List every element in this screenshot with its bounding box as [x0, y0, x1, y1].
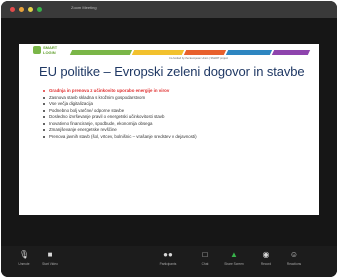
logo-text: SMART LOGIN [43, 45, 58, 55]
title-bar: Zoom Meeting [1, 1, 337, 18]
status-indicator [37, 7, 42, 12]
window-title: Zoom Meeting [71, 5, 97, 10]
meeting-toolbar: 🎙︎ Unmute ■ Start Video ●● Participants … [1, 246, 337, 277]
close-window-button[interactable] [10, 7, 15, 12]
logo-icon [33, 46, 41, 54]
share-screen-button[interactable]: ▲ Share Screen [219, 250, 249, 266]
minimize-window-button[interactable] [19, 7, 24, 12]
smart-logo: SMART LOGIN [33, 44, 67, 58]
window-controls [10, 7, 42, 12]
presentation-slide: SMART LOGIN Co-funded by the European Un… [19, 44, 319, 215]
share-screen-icon: ▲ [230, 250, 238, 259]
slide-title: EU politike – Evropski zeleni dogovor in… [39, 64, 305, 79]
share-screen-label: Share Screen [224, 262, 244, 266]
record-button[interactable]: ◉ Record [251, 250, 281, 266]
chat-button[interactable]: □ Chat [190, 250, 220, 266]
reactions-button[interactable]: ☺ Reactions [279, 250, 309, 266]
chat-icon: □ [202, 250, 208, 259]
chat-label: Chat [201, 262, 209, 266]
slide-tagline: Co-funded by the European Union | SMART … [169, 57, 228, 60]
start-video-label: Start Video [42, 262, 58, 266]
bullet-list: Gradnja in prenova z učinkovito uporabo … [43, 88, 293, 140]
participants-button[interactable]: ●● Participants [153, 250, 183, 266]
reactions-label: Reactions [286, 262, 302, 266]
bullet-item: Prenova javnih stavb (šol, vrtcev, bolni… [43, 134, 293, 141]
participants-label: Participants [159, 262, 177, 266]
zoom-window: Zoom Meeting SMART LOGIN Co-funded by th… [1, 1, 337, 277]
reactions-icon: ☺ [289, 250, 299, 259]
header-color-strip [69, 50, 311, 55]
record-icon: ◉ [262, 250, 270, 259]
record-label: Record [260, 262, 272, 266]
microphone-icon: 🎙︎ [19, 250, 30, 259]
start-video-button[interactable]: ■ Start Video [35, 250, 65, 266]
shared-screen-view: SMART LOGIN Co-funded by the European Un… [1, 18, 337, 246]
maximize-window-button[interactable] [28, 7, 33, 12]
participants-icon: ●● [163, 250, 173, 259]
video-camera-icon: ■ [47, 250, 53, 259]
